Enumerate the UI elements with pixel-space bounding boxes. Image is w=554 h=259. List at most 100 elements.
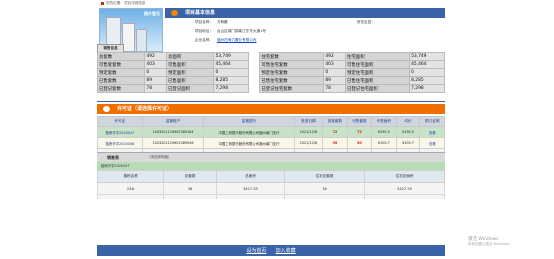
building-header: 楼栋名称 [96,170,165,183]
sales-label: 已售套数 [96,76,146,85]
add-favorite-link[interactable]: 加入收藏 [276,248,296,254]
permit-cell: 30 [346,137,373,149]
sales-value [248,68,260,77]
sales-label: 住宅套数 [259,52,325,61]
view-proof-link[interactable]: 查看 [419,126,445,138]
permit-header: 批准日期 [293,116,324,127]
project-header: 图片暂无 项目基本信息 项目名称： 万和鹏 所在区县： 项目地址： 台山区城门镇南江… [97,7,445,52]
permit-cell[interactable]: 榕房许字2020046 [97,137,143,149]
sales-value: 45,464 [409,60,445,69]
permit-cell: 72 [322,126,348,138]
sales-value: 8,285 [409,76,445,85]
sales-value [248,60,260,69]
sales-label: 可售住宅套数 [259,60,325,69]
building-cell: 23# [96,182,165,195]
permit-cell: 中国工商银行股份有限公司福州南门支行 [203,126,295,138]
sales-label: 预定住宅套数 [259,68,325,77]
permit-title: 许可证（请选择许可证） [117,106,173,112]
building-cell: 3427.35 [363,182,446,195]
sales-value: 0 [213,68,250,77]
sales-value: 78 [323,84,347,93]
permit-header: 均价 [395,116,421,127]
permit-cell[interactable]: 榕房许字2020047 [97,126,143,138]
sales-value: 403 [144,60,168,69]
sales-value: 0 [323,68,347,77]
sales-label: 已售住宅面积 [345,76,411,85]
info-section-bar: 项目基本信息 [165,8,445,18]
permit-section-bar: 许可证（请选择许可证） [97,104,445,114]
building-cell: 36 [163,182,217,195]
sales-label: 已登记套数 [96,84,146,93]
breadcrumb: 您的位置：项目详细信息 [101,0,441,7]
sales-label: 已售面积 [166,76,215,85]
project-name-row: 项目名称： 万和鹏 [195,18,228,27]
sales-table: 总套数 492 总面积 53,749 住宅套数 492 住宅面积 53,749 可售套套数 403… [96,52,445,93]
building-header: 总面积 [215,170,286,183]
sales-label: 已售住宅套数 [259,76,325,85]
sales-label: 住宅面积 [345,52,411,61]
building-header: 住宅总套数 [284,170,365,183]
permit-cell: ¥105.7 [395,137,421,149]
sales-row: 已售套数 89 已售面积 8,285 已售住宅套数 89 已售住宅面积 8,285 [96,76,445,85]
permit-row[interactable]: 榕房许字2020047 1403201129601389184 中国工商银行股份有限… [97,126,445,138]
permit-header: 监管账户 [141,116,205,127]
building-header: 住宅总面积 [363,170,446,183]
sub-note: （请选择明细） [147,155,172,159]
company-link[interactable]: 福州四海力置业有限公司 [217,36,257,45]
sales-label: 已登记面积 [166,84,215,93]
region-row: 所在区县： [357,18,379,27]
permit-header: 可售套数 [346,116,373,127]
address-row: 项目地址： 台山区城门镇南江东东大道1号 [195,27,266,36]
sales-value: 45,464 [213,60,250,69]
sales-value: 53,749 [409,52,445,61]
view-proof-link[interactable]: 查看 [419,137,445,149]
sales-value: 0 [144,68,168,77]
permit-cell: 中国工商银行股份有限公司福州南门支行 [203,137,295,149]
sub-section-bar: 销售表 （请选择明细） [97,152,445,162]
permit-cell: 2021/12/8 [293,137,324,149]
sales-label: 可售套套数 [96,60,146,69]
sales-value: 7,298 [409,84,445,93]
permit-cell: ¥190.5 [371,126,397,138]
permit-cell: ¥105.7 [371,137,397,149]
divider [97,101,445,102]
company-label: 企业名称： [195,38,213,42]
permit-cell: 72 [346,126,373,138]
sales-label: 已登记住宅面积 [345,84,411,93]
address-label: 项目地址： [195,29,213,33]
activation-watermark-text: 转到设置以激活 Windows。 [468,242,513,246]
sales-value: 8,285 [213,76,250,85]
building-row[interactable]: 23# 36 3427.35 36 3427.35 [96,182,446,195]
sales-value: 89 [323,76,347,85]
project-name-label: 项目名称： [195,20,213,24]
sales-row: 预定套数 0 预定面积 0 预定住宅套数 0 预定住宅面积 0 [96,68,445,77]
photo-caption: 图片暂无 [144,11,160,16]
sales-row: 总套数 492 总面积 53,749 住宅套数 492 住宅面积 53,749 [96,52,445,61]
building-cell: 36 [284,182,365,195]
permit-header: 预订证明 [419,116,445,127]
permit-cell: 2021/12/8 [293,126,324,138]
sales-value [248,76,260,85]
sales-value: 89 [144,76,168,85]
section-icon [103,106,110,112]
permit-cell: 1403201129601389046 [141,137,205,149]
permit-cell: ¥190.5 [395,126,421,138]
project-name-value: 万和鹏 [217,20,228,24]
sales-label: 可售住宅面积 [345,60,411,69]
section-icon [171,10,178,16]
permit-row[interactable]: 榕房许字2020046 1403201129601389046 中国工商银行股份有限… [97,137,445,149]
set-home-link[interactable]: 设为首页 [246,248,266,254]
building-cell: 3427.35 [215,182,286,195]
sales-value: 0 [409,68,445,77]
sales-value [248,84,260,93]
location-icon [101,1,104,5]
sales-label: 预定住宅面积 [345,68,411,77]
permit-header: 可售面积 [371,116,397,127]
sales-value: 492 [323,52,347,61]
sales-value [248,52,260,61]
sub-title: 销售表 [107,155,119,160]
selected-permit-row: 榕房许字2020047 [97,162,445,170]
footer-bar: 设为首页 加入收藏 [97,245,445,256]
info-title: 项目基本信息 [185,10,216,16]
sales-label: 已登记住宅套数 [259,84,325,93]
